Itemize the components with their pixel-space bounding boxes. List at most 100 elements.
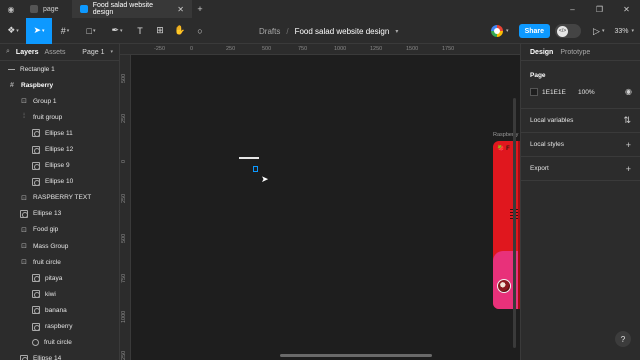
- dev-mode-toggle[interactable]: </>: [555, 24, 582, 38]
- layer-row[interactable]: raspberry: [0, 319, 119, 335]
- layer-row[interactable]: ⊡ RASPBERRY TEXT: [0, 190, 119, 206]
- image-ellipse-icon: [32, 322, 40, 331]
- tab-prototype[interactable]: Prototype: [560, 49, 590, 56]
- search-icon[interactable]: ⌕: [6, 48, 10, 56]
- zoom-level[interactable]: 33%: [614, 28, 628, 35]
- browser-tab-page[interactable]: page: [22, 0, 72, 18]
- layer-row[interactable]: # Raspberry: [0, 77, 119, 93]
- selection-box[interactable]: [253, 166, 258, 172]
- layer-row[interactable]: kiwi: [0, 286, 119, 302]
- ruler-tick-label: 750: [121, 273, 127, 283]
- figma-menu-icon[interactable]: ❖ ▾: [0, 18, 26, 44]
- avatar[interactable]: [491, 25, 504, 37]
- tab-design[interactable]: Design: [530, 49, 553, 56]
- layer-row[interactable]: ⦙ fruit group: [0, 109, 119, 125]
- ruler-tick-label: 1500: [406, 46, 419, 52]
- pen-tool-icon[interactable]: ✒ ▾: [104, 18, 130, 44]
- ruler-tick-label: 500: [121, 233, 127, 243]
- ruler-tick-label: 1250: [370, 46, 383, 52]
- layer-label: Ellipse 13: [33, 210, 62, 218]
- layer-row[interactable]: fruit circle: [0, 335, 119, 351]
- ruler-tick-label: 1000: [121, 310, 127, 323]
- vertical-scrollbar[interactable]: [513, 98, 516, 348]
- circle-icon: [32, 339, 39, 347]
- add-icon[interactable]: +: [626, 164, 631, 174]
- layer-label: Food gip: [33, 226, 59, 234]
- layer-row[interactable]: Rectangle 1: [0, 61, 119, 77]
- share-button[interactable]: Share: [518, 24, 551, 38]
- layer-row[interactable]: Ellipse 12: [0, 141, 119, 157]
- browser-tab-bar: ◉ page Food salad website design ✕ + – ❐…: [0, 0, 640, 18]
- layer-label: Ellipse 10: [45, 178, 74, 186]
- breadcrumb-drafts[interactable]: Drafts: [259, 27, 280, 36]
- hand-tool-icon[interactable]: ✋: [170, 18, 190, 44]
- browser-globe-icon[interactable]: ◉: [0, 0, 22, 18]
- canvas[interactable]: -250 0 250 500 750 1000 1250 1500 1750 500 250 0 25…: [120, 44, 520, 360]
- page-section: Page 1E1E1E 100% ◉: [521, 61, 640, 109]
- page-color-hex[interactable]: 1E1E1E: [542, 89, 566, 96]
- group-icon: ⊡: [21, 259, 27, 267]
- layer-row[interactable]: ⊡ Food gip: [0, 222, 119, 238]
- close-window-icon[interactable]: ✕: [613, 5, 640, 14]
- layer-row[interactable]: ⊡ fruit circle: [0, 254, 119, 270]
- maximize-icon[interactable]: ❐: [586, 5, 613, 14]
- layer-row[interactable]: banana: [0, 302, 119, 318]
- image-ellipse-icon: [20, 354, 28, 360]
- present-icon[interactable]: ▷: [593, 26, 600, 37]
- layer-label: kiwi: [45, 290, 56, 298]
- chevron-down-icon[interactable]: ▾: [110, 49, 113, 55]
- resources-icon[interactable]: ⊞: [150, 18, 170, 44]
- minimize-icon[interactable]: –: [559, 5, 586, 14]
- export-section[interactable]: Export +: [521, 157, 640, 181]
- group-icon: ⊡: [21, 243, 27, 251]
- layer-row[interactable]: Ellipse 9: [0, 158, 119, 174]
- line-icon: [8, 68, 15, 70]
- rectangle-1-line[interactable]: [239, 157, 259, 159]
- image-ellipse-icon: [32, 161, 40, 170]
- layer-row[interactable]: Ellipse 10: [0, 174, 119, 190]
- variables-icon[interactable]: ⇅: [623, 115, 631, 126]
- breadcrumb: Drafts / Food salad website design ▾: [259, 18, 398, 44]
- layer-label: pitaya: [45, 274, 63, 282]
- local-styles-section[interactable]: Local styles +: [521, 133, 640, 157]
- help-button[interactable]: ?: [615, 331, 631, 347]
- design-panel-tabs: Design Prototype: [521, 44, 640, 61]
- chevron-down-icon[interactable]: ▾: [631, 28, 634, 34]
- layer-row[interactable]: Ellipse 11: [0, 125, 119, 141]
- chevron-down-icon[interactable]: ▾: [506, 28, 509, 34]
- comment-icon[interactable]: ○: [190, 18, 210, 44]
- file-name[interactable]: Food salad website design: [295, 27, 390, 36]
- frame-icon: #: [10, 81, 14, 89]
- section-title: Local variables: [530, 117, 574, 124]
- move-tool-icon[interactable]: ➤ ▾: [26, 17, 52, 44]
- layer-row[interactable]: ⊡ Group 1: [0, 93, 119, 109]
- layer-row[interactable]: ⊡ Mass Group: [0, 238, 119, 254]
- layer-label: Ellipse 12: [45, 146, 74, 154]
- local-variables-section[interactable]: Local variables ⇅: [521, 109, 640, 133]
- ruler-tick-label: 1000: [334, 46, 347, 52]
- page-selector[interactable]: Page 1: [82, 49, 104, 56]
- ruler-tick-label: 1750: [442, 46, 455, 52]
- layer-label: fruit circle: [44, 339, 72, 347]
- browser-tab-food-salad[interactable]: Food salad website design ✕: [72, 0, 192, 18]
- chevron-down-icon[interactable]: ▾: [395, 28, 398, 35]
- tab-close-icon[interactable]: ✕: [177, 5, 184, 14]
- layer-row[interactable]: Ellipse 13: [0, 206, 119, 222]
- add-icon[interactable]: +: [626, 140, 631, 150]
- layer-list: Rectangle 1 # Raspberry ⊡ Group 1 ⦙ fruit grou…: [0, 61, 119, 360]
- layer-row[interactable]: pitaya: [0, 270, 119, 286]
- ruler-tick-label: -250: [154, 46, 166, 52]
- layer-row[interactable]: Ellipse 14: [0, 351, 119, 360]
- eye-icon[interactable]: ◉: [625, 87, 632, 96]
- text-tool-icon[interactable]: T: [130, 18, 150, 44]
- frame-tool-icon[interactable]: # ▾: [52, 18, 78, 44]
- shape-tool-icon[interactable]: □ ▾: [78, 18, 104, 44]
- new-tab-button[interactable]: +: [192, 4, 208, 14]
- page-opacity[interactable]: 100%: [578, 89, 595, 96]
- tab-assets[interactable]: Assets: [45, 49, 66, 56]
- horizontal-scrollbar[interactable]: [280, 354, 432, 357]
- tab-layers[interactable]: Layers: [16, 49, 39, 56]
- page-color-swatch[interactable]: [530, 88, 538, 96]
- ruler-tick-label: 0: [190, 46, 194, 52]
- chevron-down-icon[interactable]: ▾: [602, 28, 605, 34]
